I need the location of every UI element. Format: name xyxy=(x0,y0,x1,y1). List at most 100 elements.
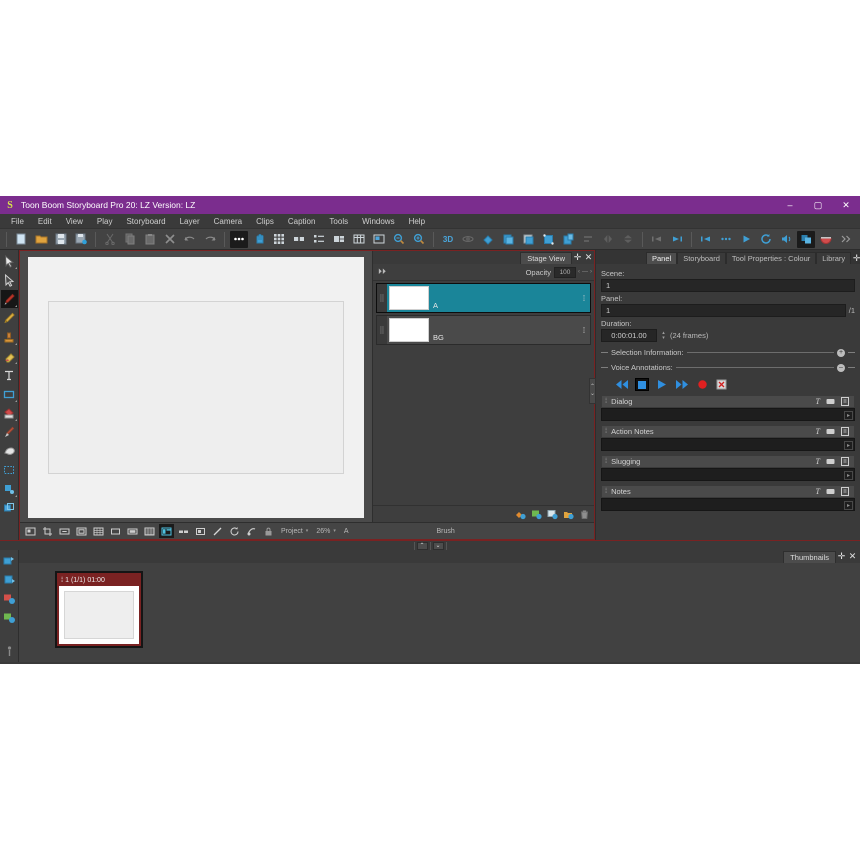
menu-storyboard[interactable]: Storyboard xyxy=(119,214,172,229)
menu-play[interactable]: Play xyxy=(90,214,120,229)
title-safe-icon[interactable] xyxy=(125,524,140,538)
stop-play-icon[interactable] xyxy=(717,231,735,248)
flip-h-icon[interactable] xyxy=(599,231,617,248)
menu-clips[interactable]: Clips xyxy=(249,214,281,229)
slugging-input[interactable]: ▸ xyxy=(601,468,855,481)
marquee-tool[interactable] xyxy=(1,461,18,479)
drag-grip-icon[interactable]: ⦙⦙ xyxy=(605,428,607,436)
save-icon[interactable] xyxy=(52,231,70,248)
caption-icon[interactable] xyxy=(826,488,835,496)
expand-note-icon[interactable] xyxy=(841,397,850,406)
composite-tool[interactable] xyxy=(1,609,18,627)
action-notes-input[interactable]: ▸ xyxy=(601,438,855,451)
list-view-icon[interactable] xyxy=(310,231,328,248)
tab-tool-properties-colour[interactable]: Tool Properties : Colour xyxy=(725,252,817,264)
copy-icon[interactable] xyxy=(121,231,139,248)
selection-tool[interactable] xyxy=(1,271,18,289)
opacity-prev-icon[interactable]: ‹ xyxy=(578,269,580,275)
caption-icon[interactable] xyxy=(826,428,835,436)
menu-tools[interactable]: Tools xyxy=(322,214,355,229)
add-vector-layer-icon[interactable] xyxy=(513,508,527,521)
drawing-canvas[interactable] xyxy=(28,257,364,518)
opacity-next-icon[interactable]: › xyxy=(590,269,592,275)
pencil-tool[interactable] xyxy=(1,309,18,327)
drag-grip-icon[interactable]: ⦙⦙ xyxy=(605,398,607,406)
text-tool[interactable] xyxy=(1,366,18,384)
save-all-icon[interactable] xyxy=(72,231,90,248)
drawing-canvas-wrapper[interactable] xyxy=(20,251,372,522)
play-button[interactable] xyxy=(655,378,669,391)
line-icon[interactable] xyxy=(210,524,225,538)
duration-stepper[interactable]: ▴ ▾ xyxy=(660,330,667,341)
zoom-in-icon[interactable] xyxy=(410,231,428,248)
selection-information-section[interactable]: Selection Information: + xyxy=(601,348,855,357)
expand-note-icon[interactable] xyxy=(841,487,850,496)
image-view-icon[interactable] xyxy=(370,231,388,248)
zoom-out-icon[interactable] xyxy=(390,231,408,248)
safe-area-icon[interactable] xyxy=(108,524,123,538)
sound-icon[interactable] xyxy=(777,231,795,248)
add-panel-button[interactable]: ✛ xyxy=(572,252,583,263)
slugging-header[interactable]: ⦙⦙ Slugging T xyxy=(601,455,855,468)
panel-input[interactable]: 1 xyxy=(601,304,846,317)
expand-layers-icon[interactable]: ⏵⏵ xyxy=(375,265,389,279)
list-item[interactable]: ⦙⦙ 1 (1/1) 01:00 xyxy=(55,571,143,648)
onion-skin-icon[interactable] xyxy=(176,524,191,538)
action-notes-header[interactable]: ⦙⦙ Action Notes T xyxy=(601,425,855,438)
menu-camera[interactable]: Camera xyxy=(207,214,249,229)
text-format-icon[interactable]: T xyxy=(816,397,820,406)
3d-toggle-icon[interactable]: 3D xyxy=(439,231,457,248)
caption-icon[interactable] xyxy=(826,458,835,466)
pointer-tool[interactable] xyxy=(1,252,18,270)
text-format-icon[interactable]: T xyxy=(816,427,820,436)
reset-view-icon[interactable] xyxy=(244,524,259,538)
close-button[interactable]: ✕ xyxy=(832,196,860,214)
split-view-icon[interactable] xyxy=(330,231,348,248)
panel-divider[interactable]: ⌃ ⌄ xyxy=(0,540,860,550)
menu-file[interactable]: File xyxy=(4,214,31,229)
rewind-button[interactable] xyxy=(615,378,629,391)
note-expand-button[interactable]: ▸ xyxy=(844,411,853,420)
close-panel-button[interactable]: ✕ xyxy=(583,252,594,263)
expand-note-icon[interactable] xyxy=(841,427,850,436)
layer-visibility-icon[interactable]: ⁞ xyxy=(578,316,590,344)
cut-icon[interactable] xyxy=(101,231,119,248)
opacity-slider-icon[interactable]: — xyxy=(582,269,588,275)
note-expand-button[interactable]: ▸ xyxy=(844,471,853,480)
minimize-button[interactable]: – xyxy=(776,196,804,214)
play-icon[interactable] xyxy=(737,231,755,248)
panel-thumbnail[interactable] xyxy=(59,586,139,644)
drag-grip-icon[interactable]: ⦙⦙ xyxy=(605,458,607,466)
undo-icon[interactable] xyxy=(181,231,199,248)
brush-tool[interactable] xyxy=(0,290,18,308)
opacity-input[interactable]: 100 xyxy=(554,266,576,278)
hand-icon[interactable] xyxy=(250,231,268,248)
flip-v-icon[interactable] xyxy=(619,231,637,248)
paste-icon[interactable] xyxy=(141,231,159,248)
project-dropdown[interactable]: Project ▾ xyxy=(277,528,312,535)
eraser-tool[interactable] xyxy=(1,347,18,365)
dropper-tool[interactable] xyxy=(1,423,18,441)
overflow-icon[interactable] xyxy=(837,231,855,248)
collapse-up-button[interactable]: ⌃ xyxy=(416,541,428,550)
colour-pot-icon[interactable] xyxy=(817,231,835,248)
text-format-icon[interactable]: T xyxy=(816,487,820,496)
reference-icon[interactable] xyxy=(193,524,208,538)
transform-layer-icon[interactable] xyxy=(539,231,557,248)
menu-view[interactable]: View xyxy=(59,214,90,229)
lock-icon[interactable] xyxy=(261,524,276,538)
fit-width-icon[interactable] xyxy=(57,524,72,538)
layer-grip-icon[interactable]: ⣿ xyxy=(377,316,387,344)
add-bitmap-layer-icon[interactable] xyxy=(529,508,543,521)
voice-annotations-section[interactable]: Voice Annotations: – xyxy=(601,363,855,372)
tab-panel[interactable]: Panel xyxy=(646,252,678,264)
tab-storyboard[interactable]: Storyboard xyxy=(677,252,726,264)
tab-thumbnails[interactable]: Thumbnails xyxy=(783,550,836,563)
previous-panel-icon[interactable] xyxy=(648,231,666,248)
loop-icon[interactable] xyxy=(757,231,775,248)
delete-layer-icon[interactable] xyxy=(577,508,591,521)
delete-recording-button[interactable] xyxy=(715,378,729,391)
new-project-icon[interactable] xyxy=(12,231,30,248)
export-tool[interactable] xyxy=(1,571,18,589)
duration-input[interactable]: 0:00:01.00 xyxy=(601,329,657,342)
